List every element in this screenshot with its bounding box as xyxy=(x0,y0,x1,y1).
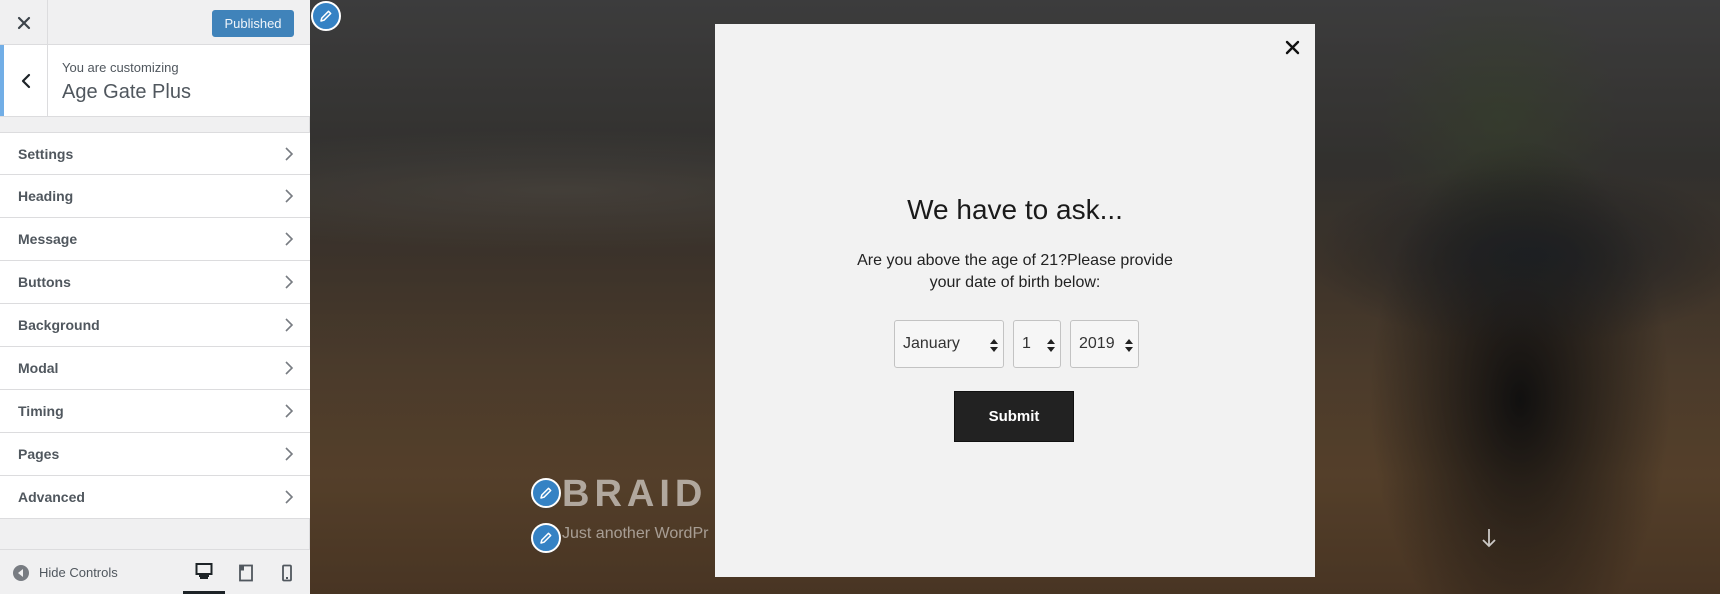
hide-controls-label: Hide Controls xyxy=(39,565,118,580)
birth-month-select[interactable]: January xyxy=(894,320,1004,368)
panel-advanced[interactable]: Advanced xyxy=(0,476,310,519)
section-header: You are customizing Age Gate Plus xyxy=(0,45,310,117)
chevron-right-icon xyxy=(285,232,294,246)
birth-day-select[interactable]: 1 xyxy=(1013,320,1061,368)
pencil-icon xyxy=(540,487,552,499)
panel-label: Message xyxy=(18,231,78,247)
tablet-icon xyxy=(239,564,253,581)
panel-label: Pages xyxy=(18,446,60,462)
arrow-down-icon[interactable] xyxy=(1480,527,1498,549)
site-preview[interactable]: BRAID V Just another WordPr We have to a… xyxy=(310,0,1720,594)
selected-day: 1 xyxy=(1022,335,1031,352)
chevron-right-icon xyxy=(285,275,294,289)
select-arrows-icon xyxy=(990,339,998,352)
edit-site-title-shortcut[interactable] xyxy=(531,478,561,508)
panel-label: Advanced xyxy=(18,489,85,505)
select-arrows-icon xyxy=(1047,339,1055,352)
chevron-right-icon xyxy=(285,147,294,161)
panel-label: Timing xyxy=(18,403,64,419)
customizer-footer: Hide Controls xyxy=(0,549,310,594)
modal-close-button[interactable] xyxy=(1281,36,1303,58)
preview-tablet-button[interactable] xyxy=(225,550,267,594)
customizer-sidebar: Published You are customizing Age Gate P… xyxy=(0,0,310,594)
selected-month: January xyxy=(903,335,960,352)
submit-button[interactable]: Submit xyxy=(954,391,1074,442)
desktop-icon xyxy=(195,562,213,579)
selected-year: 2019 xyxy=(1079,335,1115,352)
publish-button[interactable]: Published xyxy=(212,10,294,37)
panel-message[interactable]: Message xyxy=(0,218,310,261)
chevron-right-icon xyxy=(285,447,294,461)
birth-year-select[interactable]: 2019 xyxy=(1070,320,1139,368)
customizer-header: Published xyxy=(0,0,310,45)
chevron-right-icon xyxy=(285,404,294,418)
pencil-icon xyxy=(540,532,552,544)
customizing-label: You are customizing xyxy=(62,60,179,75)
preview-mobile-button[interactable] xyxy=(266,550,308,594)
chevron-left-icon xyxy=(21,73,30,88)
panel-buttons[interactable]: Buttons xyxy=(0,261,310,304)
chevron-right-icon xyxy=(285,490,294,504)
edit-tagline-shortcut[interactable] xyxy=(531,523,561,553)
panel-list: Settings Heading Message Buttons Backgro… xyxy=(0,132,310,519)
panel-background[interactable]: Background xyxy=(0,304,310,347)
age-gate-message: Are you above the age of 21?Please provi… xyxy=(857,252,1173,291)
panel-pages[interactable]: Pages xyxy=(0,433,310,476)
age-gate-modal: We have to ask... Are you above the age … xyxy=(715,24,1315,577)
chevron-right-icon xyxy=(285,361,294,375)
panel-label: Background xyxy=(18,317,100,333)
chevron-right-icon xyxy=(285,189,294,203)
panel-heading[interactable]: Heading xyxy=(0,175,310,218)
panel-label: Modal xyxy=(18,360,59,376)
age-gate-heading: We have to ask... xyxy=(907,194,1123,225)
panel-modal[interactable]: Modal xyxy=(0,347,310,390)
back-button[interactable] xyxy=(0,45,48,116)
close-icon xyxy=(17,16,30,29)
chevron-right-icon xyxy=(285,318,294,332)
mobile-icon xyxy=(282,564,292,581)
panel-timing[interactable]: Timing xyxy=(0,390,310,433)
hide-controls-button[interactable]: Hide Controls xyxy=(12,550,118,594)
site-tagline: Just another WordPr xyxy=(562,525,709,542)
pencil-icon xyxy=(320,10,332,22)
panel-label: Heading xyxy=(18,188,74,204)
collapse-arrow-icon xyxy=(13,564,29,581)
select-arrows-icon xyxy=(1125,339,1133,352)
edit-header-shortcut[interactable] xyxy=(311,1,341,31)
panel-label: Settings xyxy=(18,145,74,162)
close-customizer-button[interactable] xyxy=(0,0,48,45)
panel-settings[interactable]: Settings xyxy=(0,132,310,175)
panel-label: Buttons xyxy=(18,274,71,290)
preview-desktop-button[interactable] xyxy=(183,550,225,594)
section-title: Age Gate Plus xyxy=(62,81,191,103)
close-icon xyxy=(1285,40,1299,54)
